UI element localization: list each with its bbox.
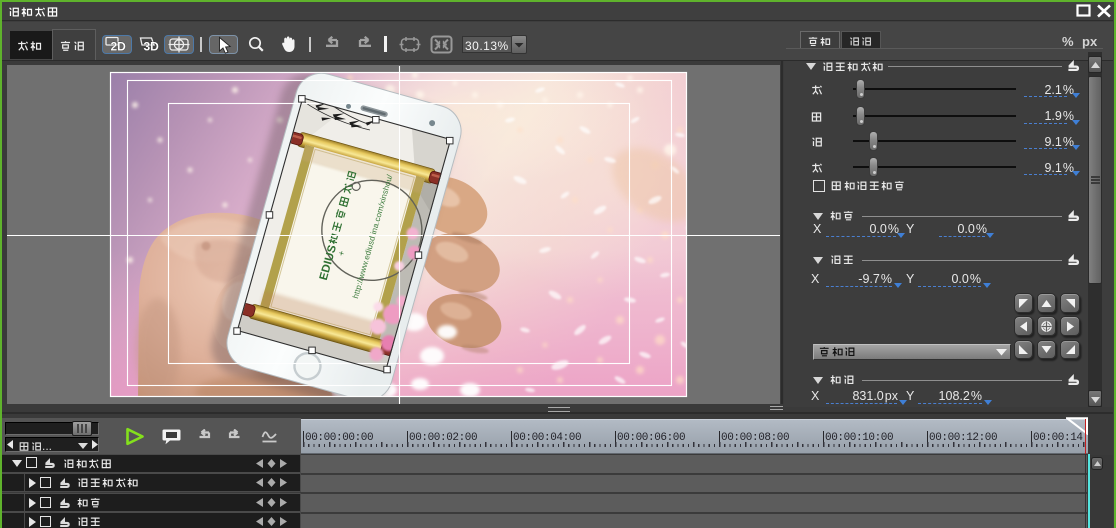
svg-text:2D: 2D bbox=[111, 40, 127, 54]
svg-text:3D: 3D bbox=[144, 40, 160, 54]
